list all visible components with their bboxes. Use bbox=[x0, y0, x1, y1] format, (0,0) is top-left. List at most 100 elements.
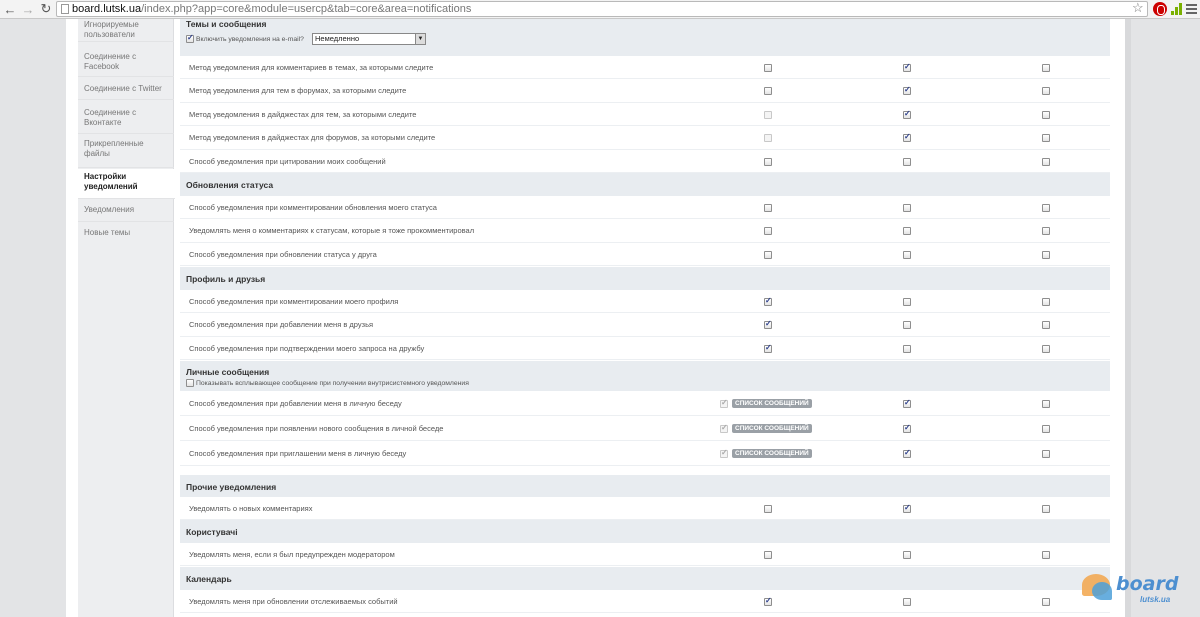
email-notification-checkbox[interactable] bbox=[903, 398, 911, 408]
inline-notification-checkbox bbox=[720, 423, 728, 433]
inline-notification-checkbox bbox=[720, 448, 728, 458]
table-row: Уведомлять меня, если я был предупрежден… bbox=[180, 543, 1110, 567]
pm-notification-checkbox[interactable] bbox=[1042, 134, 1050, 143]
browser-toolbar: ← → ↻ board.lutsk.ua/index.php?app=core&… bbox=[0, 0, 1200, 19]
pm-notification-checkbox[interactable] bbox=[1042, 298, 1050, 306]
sidebar-item-vkontakte[interactable]: Соединение с Вконтакте bbox=[78, 101, 174, 134]
email-notification-checkbox[interactable] bbox=[903, 132, 911, 143]
logo-subtext: lutsk.ua bbox=[1140, 595, 1171, 604]
email-notification-checkbox[interactable] bbox=[903, 85, 911, 96]
pm-notification-checkbox[interactable] bbox=[1042, 450, 1050, 458]
inline-notification-checkbox[interactable] bbox=[764, 64, 772, 72]
section-option-label: Включить уведомления на e-mail? bbox=[196, 35, 304, 43]
opera-extension-icon[interactable] bbox=[1153, 2, 1167, 16]
usercp-sidebar: Игнорируемые пользователи Соединение с F… bbox=[78, 19, 175, 617]
email-notification-checkbox[interactable] bbox=[903, 109, 911, 119]
forward-icon[interactable]: → bbox=[20, 1, 36, 17]
inline-notification-checkbox bbox=[764, 110, 772, 119]
email-notification-checkbox[interactable] bbox=[903, 448, 911, 458]
pm-notification-checkbox[interactable] bbox=[1042, 598, 1050, 606]
inline-notification-checkbox[interactable] bbox=[764, 505, 772, 513]
inline-notification-checkbox[interactable] bbox=[764, 157, 772, 166]
back-icon[interactable]: ← bbox=[2, 1, 18, 17]
url-host: board.lutsk.ua bbox=[72, 3, 142, 15]
sidebar-item-attachments[interactable]: Прикрепленные файлы bbox=[78, 135, 174, 168]
inline-notification-checkbox[interactable] bbox=[764, 250, 772, 259]
pm-notification-checkbox[interactable] bbox=[1042, 425, 1050, 433]
browser-menu-icon[interactable] bbox=[1186, 4, 1197, 14]
section-option: Показывать всплывающее сообщение при пол… bbox=[186, 379, 469, 387]
row-label: Способ уведомления при комментировании м… bbox=[189, 297, 399, 306]
email-notification-checkbox[interactable] bbox=[903, 321, 911, 330]
inline-notification-checkbox[interactable] bbox=[764, 319, 772, 330]
email-notification-checkbox[interactable] bbox=[903, 250, 911, 259]
sidebar-item-facebook[interactable]: Соединение с Facebook bbox=[78, 43, 174, 77]
email-notification-checkbox[interactable] bbox=[903, 298, 911, 306]
table-row: Способ уведомления при добавлении меня в… bbox=[180, 313, 1110, 337]
row-label: Способ уведомления при добавлении меня в… bbox=[189, 399, 402, 408]
inline-notification-checkbox[interactable] bbox=[764, 296, 772, 306]
email-notification-checkbox[interactable] bbox=[903, 598, 911, 606]
inline-notification-checkbox[interactable] bbox=[764, 551, 772, 559]
sidebar-item-new-topics[interactable]: Новые темы bbox=[78, 223, 174, 245]
table-row: Уведомлять о новых комментариях bbox=[180, 497, 1110, 521]
section-header: Профиль и друзья bbox=[180, 267, 1110, 290]
row-label: Уведомлять о новых комментариях bbox=[189, 504, 313, 513]
email-notification-checkbox[interactable] bbox=[903, 503, 911, 513]
chevron-down-icon[interactable]: ▼ bbox=[415, 34, 425, 44]
pm-notification-checkbox[interactable] bbox=[1042, 321, 1050, 330]
pm-notification-checkbox[interactable] bbox=[1042, 64, 1050, 72]
table-row: Метод уведомления в дайджестах для форум… bbox=[180, 126, 1110, 150]
address-bar[interactable]: board.lutsk.ua/index.php?app=core&module… bbox=[56, 1, 1148, 17]
row-label: Метод уведомления для комментариев в тем… bbox=[189, 63, 434, 72]
reload-icon[interactable]: ↻ bbox=[38, 1, 54, 17]
inline-notification-checkbox bbox=[720, 398, 728, 408]
email-notification-checkbox[interactable] bbox=[903, 157, 911, 166]
pm-notification-checkbox[interactable] bbox=[1042, 87, 1050, 96]
section-header: Обновления статуса bbox=[180, 173, 1110, 196]
section-option-checkbox[interactable] bbox=[186, 379, 194, 387]
section-title: Обновления статуса bbox=[186, 180, 274, 190]
email-notification-checkbox[interactable] bbox=[903, 423, 911, 433]
email-notification-checkbox[interactable] bbox=[903, 62, 911, 72]
section-title: Темы и сообщения bbox=[186, 19, 267, 29]
sidebar-item-twitter[interactable]: Соединение с Twitter bbox=[78, 78, 174, 100]
table-row: Метод уведомления для тем в форумах, за … bbox=[180, 79, 1110, 103]
section-title: Личные сообщения bbox=[186, 367, 270, 377]
inline-notification-checkbox[interactable] bbox=[764, 204, 772, 212]
table-row: Способ уведомления при цитировании моих … bbox=[180, 150, 1110, 173]
row-label: Уведомлять меня при обновлении отслежива… bbox=[189, 597, 398, 606]
bookmark-star-icon[interactable]: ☆ bbox=[1132, 0, 1144, 16]
pm-notification-checkbox[interactable] bbox=[1042, 505, 1050, 513]
sidebar-item-notification-settings[interactable]: Настройки уведомлений bbox=[78, 169, 175, 199]
pm-notification-checkbox[interactable] bbox=[1042, 250, 1050, 259]
inline-notification-checkbox[interactable] bbox=[764, 227, 772, 236]
email-notification-checkbox[interactable] bbox=[903, 344, 911, 353]
pm-notification-checkbox[interactable] bbox=[1042, 400, 1050, 408]
table-row: Способ уведомления при приглашении меня … bbox=[180, 441, 1110, 466]
pm-notification-checkbox[interactable] bbox=[1042, 344, 1050, 353]
table-row: Метод уведомления в дайджестах для тем, … bbox=[180, 103, 1110, 127]
section-option: Включить уведомления на e-mail? bbox=[186, 33, 304, 43]
sidebar-item-notifications[interactable]: Уведомления bbox=[78, 200, 174, 222]
signal-bars-extension-icon[interactable] bbox=[1170, 2, 1184, 16]
notification-settings-table: Темы и сообщения Включить уведомления на … bbox=[180, 19, 1110, 617]
row-label: Способ уведомления при обновлении статус… bbox=[189, 249, 377, 259]
inline-notification-checkbox[interactable] bbox=[764, 596, 772, 606]
email-notification-checkbox[interactable] bbox=[903, 227, 911, 236]
email-notification-checkbox[interactable] bbox=[903, 204, 911, 212]
section-option-checkbox[interactable] bbox=[186, 33, 194, 43]
row-label: Уведомлять меня о комментариях к статуса… bbox=[189, 226, 475, 236]
pm-notification-checkbox[interactable] bbox=[1042, 110, 1050, 119]
inline-notification-checkbox[interactable] bbox=[764, 87, 772, 96]
email-notification-checkbox[interactable] bbox=[903, 551, 911, 559]
section-title: Прочие уведомления bbox=[186, 482, 277, 492]
pm-notification-checkbox[interactable] bbox=[1042, 227, 1050, 236]
pm-notification-checkbox[interactable] bbox=[1042, 551, 1050, 559]
sidebar-item-ignored-users[interactable]: Игнорируемые пользователи bbox=[78, 19, 174, 42]
pm-notification-checkbox[interactable] bbox=[1042, 157, 1050, 166]
inline-notification-checkbox[interactable] bbox=[764, 343, 772, 353]
pm-notification-checkbox[interactable] bbox=[1042, 204, 1050, 212]
email-frequency-select[interactable]: Немедленно ▼ bbox=[312, 33, 426, 45]
row-label: Способ уведомления при появлении нового … bbox=[189, 424, 444, 433]
